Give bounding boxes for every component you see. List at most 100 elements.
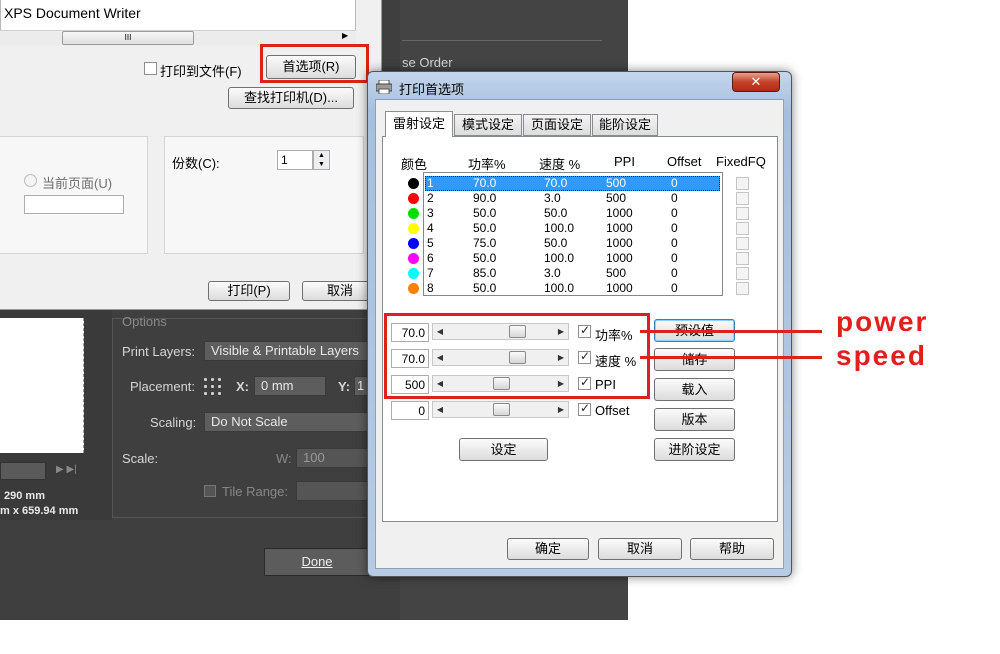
row-speed[interactable]: 50.0 [544, 206, 567, 221]
row-ppi[interactable]: 1000 [606, 206, 633, 221]
row-speed[interactable]: 50.0 [544, 236, 567, 251]
offset-checkbox[interactable] [578, 401, 591, 416]
tab-page-settings[interactable]: 页面设定 [523, 114, 591, 136]
copies-label: 份数(C): [172, 156, 220, 171]
set-button[interactable]: 设定 [459, 438, 548, 461]
advanced-settings-button[interactable]: 进阶设定 [654, 438, 735, 461]
fixedfq-checkbox[interactable] [736, 207, 749, 220]
help-button[interactable]: 帮助 [690, 538, 774, 560]
tile-range-input[interactable] [296, 481, 370, 501]
row-offset[interactable]: 0 [671, 176, 678, 191]
tab-energy-settings[interactable]: 能阶设定 [592, 114, 658, 136]
row-ppi[interactable]: 1000 [606, 251, 633, 266]
done-button[interactable]: Done [264, 548, 370, 576]
row-speed[interactable]: 70.0 [544, 176, 567, 191]
tab-mode-settings[interactable]: 模式设定 [454, 114, 522, 136]
slider-right-arrow[interactable]: ▶ [554, 402, 568, 417]
color-dot [408, 238, 419, 249]
row-offset[interactable]: 0 [671, 236, 678, 251]
preview-scrollbar[interactable] [0, 462, 46, 480]
row-offset[interactable]: 0 [671, 281, 678, 296]
row-index[interactable]: 6 [427, 251, 434, 266]
row-ppi[interactable]: 1000 [606, 236, 633, 251]
row-power[interactable]: 50.0 [473, 251, 496, 266]
power-annotation-line [640, 330, 822, 333]
save-button[interactable]: 储存 [654, 348, 735, 371]
x-label: X: [236, 379, 249, 394]
row-power[interactable]: 90.0 [473, 191, 496, 206]
row-power[interactable]: 75.0 [473, 236, 496, 251]
row-ppi[interactable]: 500 [606, 176, 626, 191]
prefs-cancel-button[interactable]: 取消 [598, 538, 682, 560]
offset-checkbox-label: Offset [595, 403, 630, 418]
row-offset[interactable]: 0 [671, 191, 678, 206]
current-page-label: 当前页面(U) [42, 176, 113, 191]
ok-button[interactable]: 确定 [507, 538, 589, 560]
hscroll-right-arrow[interactable]: ▶ [342, 31, 348, 40]
placement-grid-icon[interactable] [202, 376, 224, 396]
tile-range-checkbox[interactable] [204, 485, 216, 497]
row-index[interactable]: 4 [427, 221, 434, 236]
row-index[interactable]: 8 [427, 281, 434, 296]
row-index[interactable]: 2 [427, 191, 434, 206]
row-offset[interactable]: 0 [671, 221, 678, 236]
fixedfq-checkbox[interactable] [736, 252, 749, 265]
fixedfq-checkbox[interactable] [736, 237, 749, 250]
row-ppi[interactable]: 1000 [606, 221, 633, 236]
row-speed[interactable]: 3.0 [544, 266, 561, 281]
color-dot [408, 193, 419, 204]
row-speed[interactable]: 3.0 [544, 191, 561, 206]
row-index[interactable]: 5 [427, 236, 434, 251]
current-page-radio[interactable] [24, 174, 37, 187]
fixedfq-checkbox[interactable] [736, 177, 749, 190]
load-button[interactable]: 载入 [654, 378, 735, 401]
fixedfq-checkbox[interactable] [736, 267, 749, 280]
printer-name[interactable]: XPS Document Writer [4, 5, 141, 21]
scaling-select[interactable]: Do Not Scale [204, 412, 370, 432]
print-layers-label: Print Layers: [122, 344, 195, 359]
copies-spinner[interactable]: ▲ ▼ [313, 150, 330, 170]
row-index[interactable]: 3 [427, 206, 434, 221]
header-ppi: PPI [614, 154, 635, 169]
copies-input[interactable]: 1 [277, 150, 313, 170]
find-printer-button[interactable]: 查找打印机(D)... [228, 87, 354, 109]
fixedfq-checkbox[interactable] [736, 192, 749, 205]
slider-thumb[interactable] [493, 403, 510, 416]
slider-left-arrow[interactable]: ◀ [433, 402, 447, 417]
row-offset[interactable]: 0 [671, 206, 678, 221]
w-input[interactable]: 100 [296, 448, 370, 468]
offset-value-input[interactable]: 0 [391, 401, 429, 420]
printer-icon [375, 79, 393, 95]
row-speed[interactable]: 100.0 [544, 221, 574, 236]
row-ppi[interactable]: 1000 [606, 281, 633, 296]
fixedfq-checkbox[interactable] [736, 222, 749, 235]
fixedfq-checkbox[interactable] [736, 282, 749, 295]
row-ppi[interactable]: 500 [606, 191, 626, 206]
print-button[interactable]: 打印(P) [208, 281, 290, 301]
row-speed[interactable]: 100.0 [544, 281, 574, 296]
x-input[interactable]: 0 mm [254, 376, 326, 396]
page-range-input[interactable] [24, 195, 124, 214]
tab-laser-settings[interactable]: 雷射设定 [385, 111, 453, 137]
row-speed[interactable]: 100.0 [544, 251, 574, 266]
row-power[interactable]: 50.0 [473, 281, 496, 296]
color-dot [408, 268, 419, 279]
print-layers-select[interactable]: Visible & Printable Layers [204, 341, 370, 361]
hscroll-thumb[interactable]: III [62, 31, 194, 45]
preview-nav-arrows[interactable]: ▶ ▶| [56, 464, 77, 475]
speed-annotation-line [640, 356, 822, 359]
row-index[interactable]: 7 [427, 266, 434, 281]
row-ppi[interactable]: 500 [606, 266, 626, 281]
prefs-close-button[interactable]: ✕ [732, 72, 780, 92]
row-power[interactable]: 50.0 [473, 206, 496, 221]
row-offset[interactable]: 0 [671, 251, 678, 266]
row-offset[interactable]: 0 [671, 266, 678, 281]
row-index[interactable]: 1 [427, 176, 434, 191]
offset-slider[interactable]: ◀ ▶ [432, 401, 569, 418]
print-to-file-checkbox[interactable] [144, 62, 157, 75]
row-power[interactable]: 50.0 [473, 221, 496, 236]
header-power: 功率% [468, 157, 506, 172]
version-button[interactable]: 版本 [654, 408, 735, 431]
row-power[interactable]: 70.0 [473, 176, 496, 191]
row-power[interactable]: 85.0 [473, 266, 496, 281]
